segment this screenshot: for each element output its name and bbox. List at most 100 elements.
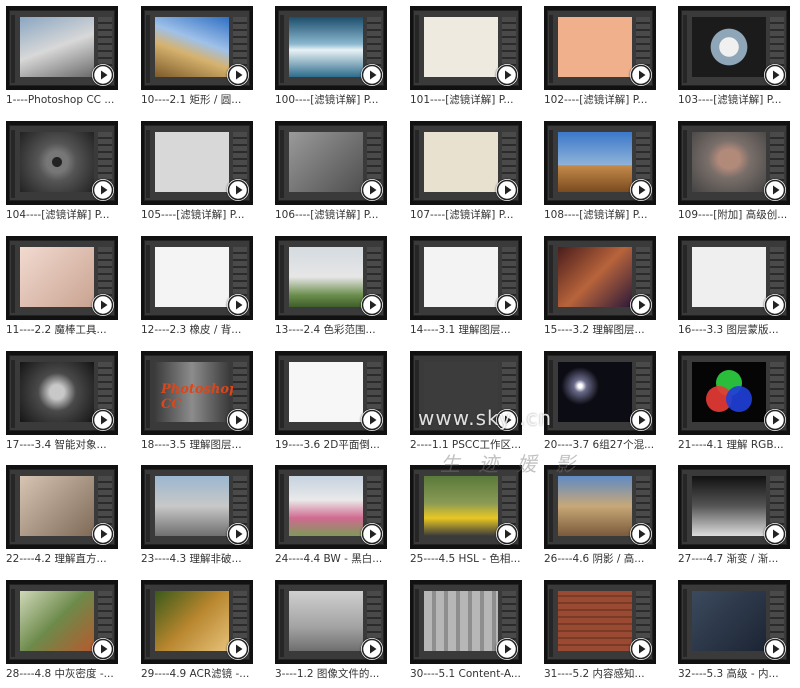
play-button[interactable] [764,523,786,545]
video-tile[interactable]: 29----4.9 ACR滤镜 -... [135,574,253,684]
play-button[interactable] [227,523,249,545]
video-title[interactable]: 102----[滤镜详解] P... [544,93,662,107]
video-tile[interactable]: 103----[滤镜详解] P... [672,0,790,110]
video-title[interactable]: 109----[附加] 高级创... [678,208,796,222]
video-tile[interactable]: Photoshop CC 18----3.5 理解图层... [135,345,253,455]
video-tile[interactable]: 12----2.3 橡皮 / 背... [135,230,253,340]
video-thumbnail[interactable] [275,465,387,549]
video-thumbnail[interactable] [544,236,656,320]
video-title[interactable]: 100----[滤镜详解] P... [275,93,393,107]
video-title[interactable]: 25----4.5 HSL - 色相... [410,552,528,566]
video-title[interactable]: 105----[滤镜详解] P... [141,208,259,222]
video-title[interactable]: 17----3.4 智能对象... [6,438,124,452]
video-title[interactable]: 30----5.1 Content-A... [410,667,528,681]
video-thumbnail[interactable] [410,6,522,90]
video-thumbnail[interactable] [141,236,253,320]
video-tile[interactable]: 107----[滤镜详解] P... [404,115,522,225]
video-title[interactable]: 31----5.2 内容感知... [544,667,662,681]
play-button[interactable] [361,294,383,316]
video-tile[interactable]: 104----[滤镜详解] P... [0,115,118,225]
play-button[interactable] [764,638,786,660]
video-title[interactable]: 12----2.3 橡皮 / 背... [141,323,259,337]
video-thumbnail[interactable] [678,236,790,320]
video-tile[interactable]: 3----1.2 图像文件的... [269,574,387,684]
video-title[interactable]: 11----2.2 魔棒工具... [6,323,124,337]
video-thumbnail[interactable] [410,580,522,664]
video-title[interactable]: 14----3.1 理解图层... [410,323,528,337]
video-title[interactable]: 103----[滤镜详解] P... [678,93,796,107]
play-button[interactable] [361,638,383,660]
video-tile[interactable]: 22----4.2 理解直方... [0,459,118,569]
play-button[interactable] [227,638,249,660]
video-tile[interactable]: 32----5.3 高级 - 内... [672,574,790,684]
play-button[interactable] [496,638,518,660]
play-button[interactable] [227,179,249,201]
video-thumbnail[interactable] [275,351,387,435]
video-thumbnail[interactable] [6,121,118,205]
video-thumbnail[interactable] [544,121,656,205]
video-tile[interactable]: 15----3.2 理解图层... [538,230,656,340]
play-button[interactable] [361,179,383,201]
video-title[interactable]: 21----4.1 理解 RGB... [678,438,796,452]
video-title[interactable]: 27----4.7 渐变 / 渐... [678,552,796,566]
video-tile[interactable]: 1----Photoshop CC ... [0,0,118,110]
video-tile[interactable]: 28----4.8 中灰密度 -... [0,574,118,684]
video-tile[interactable]: 23----4.3 理解非破... [135,459,253,569]
video-tile[interactable]: 106----[滤镜详解] P... [269,115,387,225]
play-button[interactable] [630,638,652,660]
play-button[interactable] [361,523,383,545]
play-button[interactable] [496,179,518,201]
video-thumbnail[interactable] [275,121,387,205]
play-button[interactable] [227,409,249,431]
video-thumbnail[interactable] [678,351,790,435]
video-title[interactable]: 107----[滤镜详解] P... [410,208,528,222]
play-button[interactable] [630,523,652,545]
play-button[interactable] [92,638,114,660]
video-title[interactable]: 10----2.1 矩形 / 圆... [141,93,259,107]
video-tile[interactable]: 102----[滤镜详解] P... [538,0,656,110]
video-tile[interactable]: 2----1.1 PSCC工作区... [404,345,522,455]
video-title[interactable]: 1----Photoshop CC ... [6,93,124,107]
play-button[interactable] [92,294,114,316]
play-button[interactable] [630,179,652,201]
play-button[interactable] [92,64,114,86]
play-button[interactable] [361,409,383,431]
video-title[interactable]: 24----4.4 BW - 黑白... [275,552,393,566]
video-tile[interactable]: 100----[滤镜详解] P... [269,0,387,110]
video-thumbnail[interactable] [544,465,656,549]
video-title[interactable]: 16----3.3 图层蒙版... [678,323,796,337]
video-thumbnail[interactable] [678,121,790,205]
play-button[interactable] [92,523,114,545]
video-tile[interactable]: 108----[滤镜详解] P... [538,115,656,225]
video-thumbnail[interactable] [678,6,790,90]
video-title[interactable]: 23----4.3 理解非破... [141,552,259,566]
video-thumbnail[interactable] [6,465,118,549]
video-tile[interactable]: 10----2.1 矩形 / 圆... [135,0,253,110]
video-thumbnail[interactable] [410,236,522,320]
video-thumbnail[interactable] [544,6,656,90]
video-tile[interactable]: 27----4.7 渐变 / 渐... [672,459,790,569]
video-thumbnail[interactable] [141,121,253,205]
video-title[interactable]: 28----4.8 中灰密度 -... [6,667,124,681]
video-thumbnail[interactable] [6,6,118,90]
video-thumbnail[interactable] [6,351,118,435]
video-tile[interactable]: 105----[滤镜详解] P... [135,115,253,225]
play-button[interactable] [764,179,786,201]
play-button[interactable] [630,64,652,86]
video-tile[interactable]: 16----3.3 图层蒙版... [672,230,790,340]
video-tile[interactable]: 24----4.4 BW - 黑白... [269,459,387,569]
video-tile[interactable]: 21----4.1 理解 RGB... [672,345,790,455]
play-button[interactable] [496,64,518,86]
video-thumbnail[interactable] [141,580,253,664]
video-title[interactable]: 18----3.5 理解图层... [141,438,259,452]
play-button[interactable] [764,409,786,431]
video-title[interactable]: 29----4.9 ACR滤镜 -... [141,667,259,681]
video-thumbnail[interactable] [275,6,387,90]
video-thumbnail[interactable] [6,580,118,664]
video-tile[interactable]: 109----[附加] 高级创... [672,115,790,225]
video-tile[interactable]: 17----3.4 智能对象... [0,345,118,455]
video-thumbnail[interactable] [410,465,522,549]
video-title[interactable]: 15----3.2 理解图层... [544,323,662,337]
video-title[interactable]: 32----5.3 高级 - 内... [678,667,796,681]
video-thumbnail[interactable] [678,580,790,664]
